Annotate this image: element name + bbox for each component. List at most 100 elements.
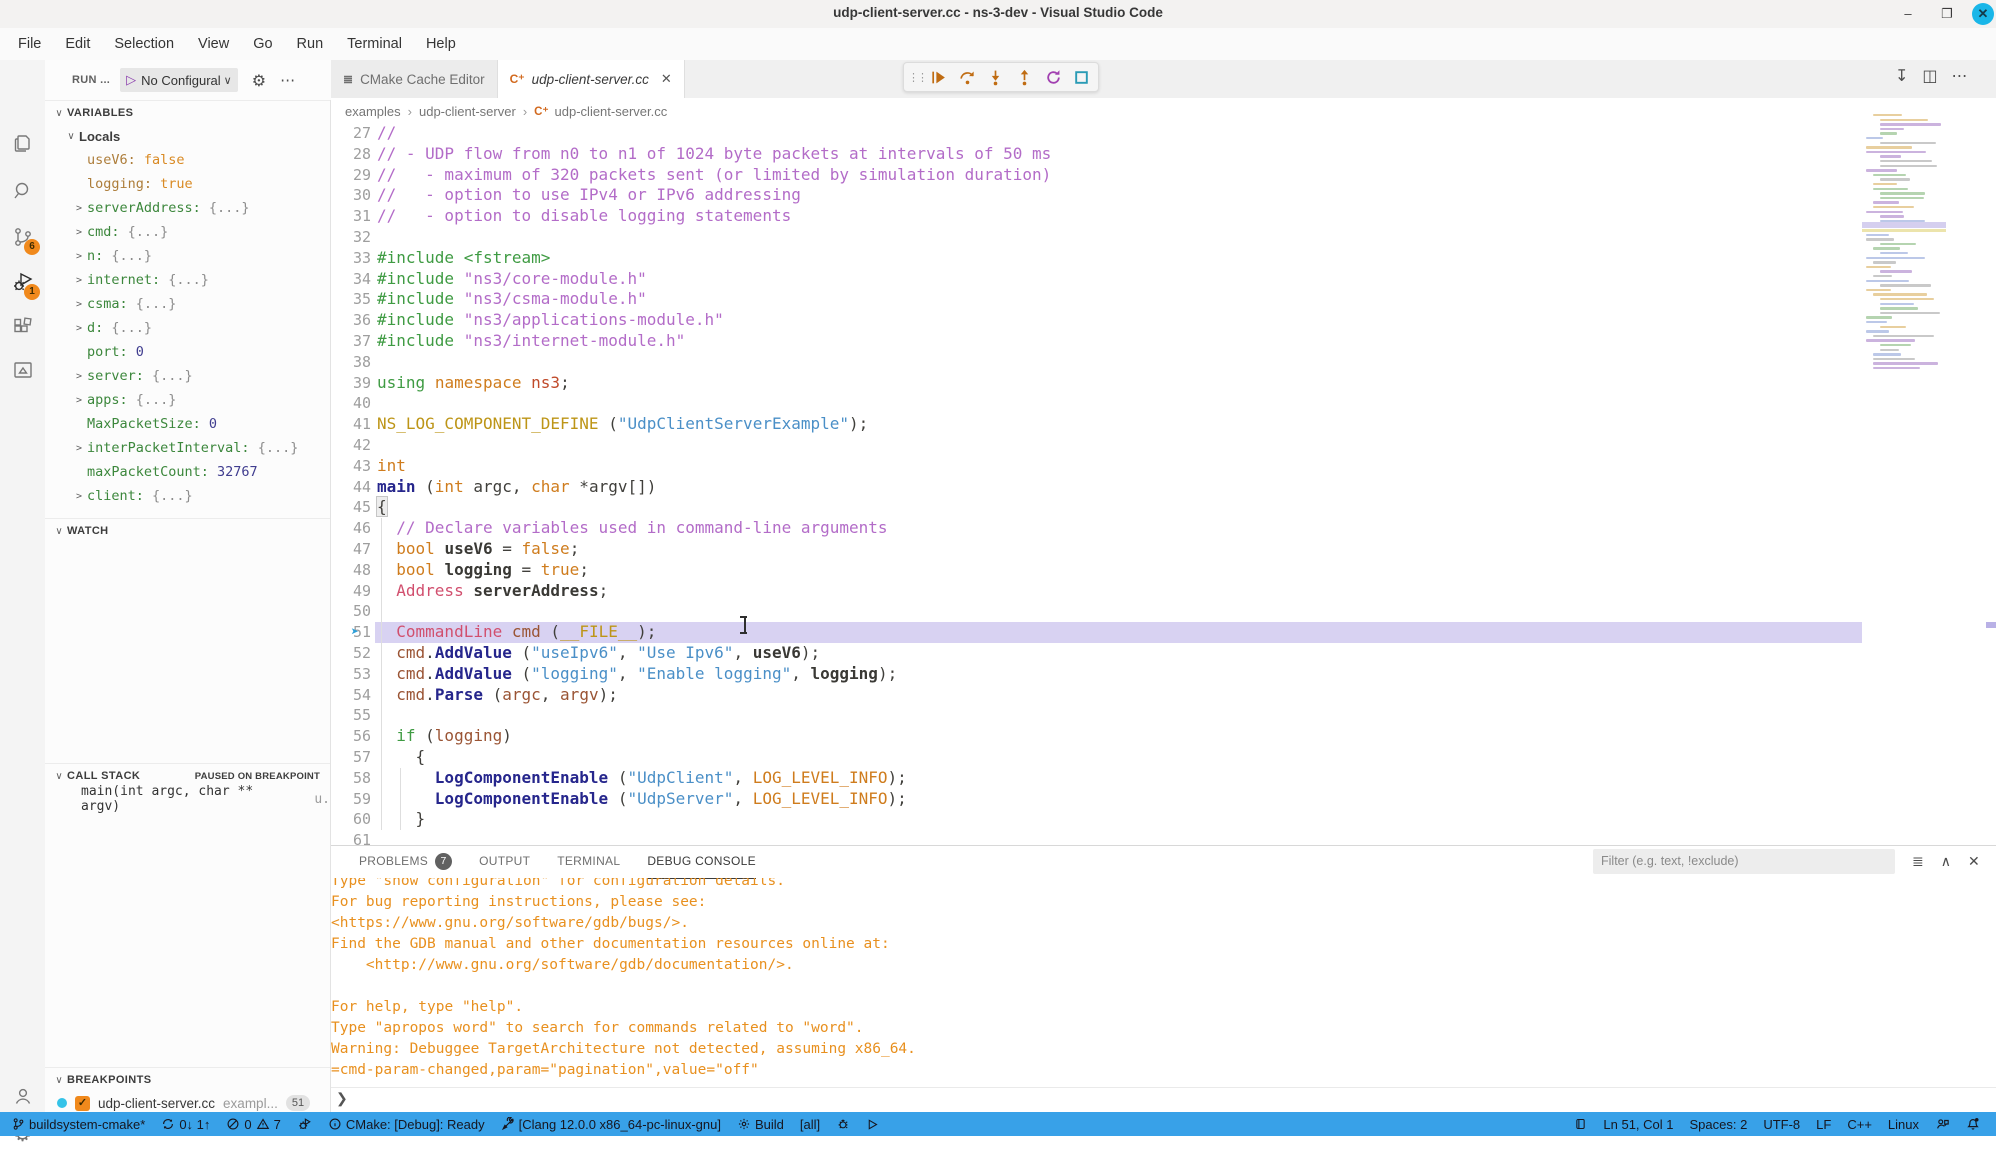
status-0[interactable]: 07 xyxy=(218,1112,288,1136)
variable-serverAddress[interactable]: >serverAddress: {...} xyxy=(45,196,331,220)
step-out-icon[interactable] xyxy=(1012,64,1037,90)
code-line-57[interactable]: 57 { xyxy=(331,747,1862,768)
maximize-button[interactable]: ❐ xyxy=(1937,4,1957,24)
code-line-45[interactable]: 45{ xyxy=(331,497,1862,518)
code-line-41[interactable]: 41NS_LOG_COMPONENT_DEFINE ("UdpClientSer… xyxy=(331,414,1862,435)
status-notebook-icon[interactable] xyxy=(1566,1112,1595,1136)
breakpoint-checkbox[interactable]: ✓ xyxy=(75,1096,90,1111)
code-editor[interactable]: 27//28// - UDP flow from n0 to n1 of 102… xyxy=(331,124,1862,845)
code-line-53[interactable]: 53 cmd.AddValue ("logging", "Enable logg… xyxy=(331,664,1862,685)
stack-frame-main[interactable]: main(int argc, char ** argv) u. xyxy=(45,787,330,811)
minimize-button[interactable]: – xyxy=(1898,4,1918,24)
console-filter-input[interactable]: Filter (e.g. text, !exclude) xyxy=(1593,849,1895,874)
panel-tab-terminal[interactable]: TERMINAL xyxy=(557,845,620,878)
explorer-icon[interactable] xyxy=(0,123,45,163)
variable-n[interactable]: >n: {...} xyxy=(45,244,331,268)
status-linux[interactable]: Linux xyxy=(1880,1112,1927,1136)
menu-view[interactable]: View xyxy=(186,28,241,60)
status-debug-target-icon[interactable] xyxy=(289,1112,320,1136)
source-control-icon[interactable]: 6 xyxy=(0,217,45,257)
variable-client[interactable]: >client: {...} xyxy=(45,484,331,508)
status-build[interactable]: Build xyxy=(729,1112,792,1136)
code-line-32[interactable]: 32 xyxy=(331,227,1862,248)
variable-apps[interactable]: >apps: {...} xyxy=(45,388,331,412)
close-button[interactable]: ✕ xyxy=(1972,3,1994,25)
code-line-39[interactable]: 39using namespace ns3; xyxy=(331,373,1862,394)
variable-useV6[interactable]: useV6: false xyxy=(45,148,331,172)
close-panel-icon[interactable]: ✕ xyxy=(1968,853,1980,870)
code-line-47[interactable]: 47 bool useV6 = false; xyxy=(331,539,1862,560)
status-buildsystem-cmake-[interactable]: buildsystem-cmake* xyxy=(4,1112,153,1136)
status-bug-icon[interactable] xyxy=(828,1112,858,1136)
code-line-49[interactable]: 49 Address serverAddress; xyxy=(331,581,1862,602)
accounts-icon[interactable] xyxy=(0,1076,45,1116)
tab-udp-client-server[interactable]: C⁺ udp-client-server.cc ✕ xyxy=(498,60,685,98)
code-line-56[interactable]: 56 if (logging) xyxy=(331,726,1862,747)
restart-icon[interactable] xyxy=(1041,64,1066,90)
code-line-28[interactable]: 28// - UDP flow from n0 to n1 of 1024 by… xyxy=(331,144,1862,165)
menu-selection[interactable]: Selection xyxy=(102,28,186,60)
code-line-58[interactable]: 58 LogComponentEnable ("UdpClient", LOG_… xyxy=(331,768,1862,789)
code-line-51[interactable]: 51 CommandLine cmd (__FILE__);➤ xyxy=(331,622,1862,643)
status-spaces-2[interactable]: Spaces: 2 xyxy=(1682,1112,1756,1136)
code-line-55[interactable]: 55 xyxy=(331,705,1862,726)
debug-settings-gear-icon[interactable]: ⚙ xyxy=(252,71,266,90)
code-line-33[interactable]: 33#include <fstream> xyxy=(331,248,1862,269)
code-line-50[interactable]: 50 xyxy=(331,601,1862,622)
step-over-icon[interactable] xyxy=(955,64,980,90)
variable-cmd[interactable]: >cmd: {...} xyxy=(45,220,331,244)
variable-MaxPacketSize[interactable]: MaxPacketSize: 0 xyxy=(45,412,331,436)
code-line-36[interactable]: 36#include "ns3/applications-module.h" xyxy=(331,310,1862,331)
drag-grip-icon[interactable]: ⋮⋮ xyxy=(908,71,922,84)
code-line-34[interactable]: 34#include "ns3/core-module.h" xyxy=(331,269,1862,290)
code-line-30[interactable]: 30// - option to use IPv4 or IPv6 addres… xyxy=(331,185,1862,206)
status-c++[interactable]: C++ xyxy=(1839,1112,1880,1136)
status-ln-51-col-1[interactable]: Ln 51, Col 1 xyxy=(1595,1112,1681,1136)
code-line-31[interactable]: 31// - option to disable logging stateme… xyxy=(331,206,1862,227)
debug-console-input[interactable] xyxy=(331,1087,1996,1113)
cmake-panel-icon[interactable] xyxy=(0,350,45,390)
variable-csma[interactable]: >csma: {...} xyxy=(45,292,331,316)
code-line-27[interactable]: 27// xyxy=(331,124,1862,144)
locals-scope[interactable]: ∨Locals xyxy=(45,124,330,148)
code-line-38[interactable]: 38 xyxy=(331,352,1862,373)
variable-d[interactable]: >d: {...} xyxy=(45,316,331,340)
run-and-debug-icon[interactable]: 1 xyxy=(0,262,45,302)
code-line-44[interactable]: 44main (int argc, char *argv[]) xyxy=(331,477,1862,498)
search-icon[interactable] xyxy=(0,171,45,211)
collapse-panel-icon[interactable]: ∧ xyxy=(1941,853,1951,870)
code-line-52[interactable]: 52 cmd.AddValue ("useIpv6", "Use Ipv6", … xyxy=(331,643,1862,664)
menu-file[interactable]: File xyxy=(6,28,53,60)
status--all-[interactable]: [all] xyxy=(792,1112,828,1136)
code-line-59[interactable]: 59 LogComponentEnable ("UdpServer", LOG_… xyxy=(331,789,1862,810)
status-bell-icon[interactable] xyxy=(1958,1112,1988,1136)
status-0-1-[interactable]: 0↓ 1↑ xyxy=(153,1112,218,1136)
code-line-61[interactable]: 61 xyxy=(331,830,1862,845)
variable-internet[interactable]: >internet: {...} xyxy=(45,268,331,292)
menu-help[interactable]: Help xyxy=(414,28,468,60)
status-lf[interactable]: LF xyxy=(1808,1112,1839,1136)
breadcrumb-examples[interactable]: examples xyxy=(345,104,401,119)
menu-edit[interactable]: Edit xyxy=(53,28,102,60)
code-line-40[interactable]: 40 xyxy=(331,393,1862,414)
status-play-icon[interactable] xyxy=(858,1112,887,1136)
code-line-60[interactable]: 60 } xyxy=(331,809,1862,830)
start-debug-icon[interactable]: ▷ xyxy=(126,72,136,88)
step-into-icon[interactable] xyxy=(983,64,1008,90)
variable-interPacketInterval[interactable]: >interPacketInterval: {...} xyxy=(45,436,331,460)
extensions-icon[interactable] xyxy=(0,307,45,347)
variable-server[interactable]: >server: {...} xyxy=(45,364,331,388)
watch-section[interactable]: ∨WATCH xyxy=(45,518,330,543)
variable-logging[interactable]: logging: true xyxy=(45,172,331,196)
more-actions-icon[interactable]: ⋯ xyxy=(1952,66,1968,85)
debug-config-dropdown[interactable]: ▷ No Configural ∨ xyxy=(120,68,238,92)
code-line-42[interactable]: 42 xyxy=(331,435,1862,456)
tab-cmake-cache-editor[interactable]: ≣ CMake Cache Editor xyxy=(331,60,498,98)
close-tab-icon[interactable]: ✕ xyxy=(661,71,672,87)
code-line-46[interactable]: 46 // Declare variables used in command-… xyxy=(331,518,1862,539)
run-below-icon[interactable]: ↧ xyxy=(1895,66,1908,85)
panel-tab-problems[interactable]: PROBLEMS7 xyxy=(359,845,452,878)
breakpoints-section[interactable]: ∨BREAKPOINTS xyxy=(45,1067,330,1092)
breadcrumb-udp-client-server[interactable]: udp-client-server xyxy=(419,104,516,119)
split-editor-icon[interactable]: ◫ xyxy=(1922,66,1937,85)
